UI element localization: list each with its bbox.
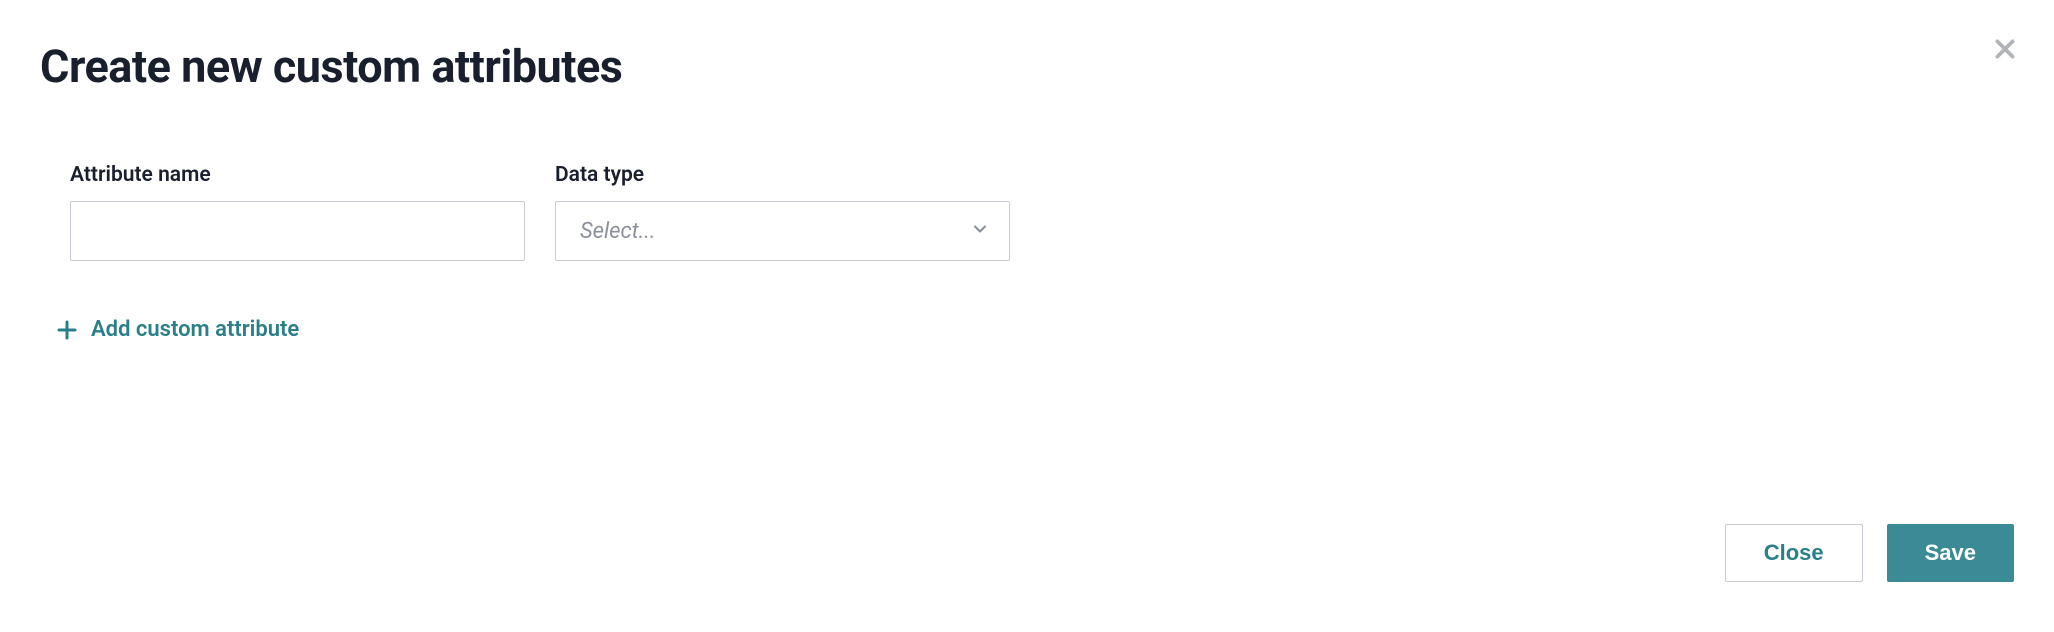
modal-container: Create new custom attributes Attribute n… xyxy=(0,0,2054,632)
add-link-text: Add custom attribute xyxy=(91,317,299,342)
modal-title: Create new custom attributes xyxy=(40,40,2014,93)
add-custom-attribute-link[interactable]: Add custom attribute xyxy=(40,317,2014,342)
data-type-select-wrapper: Select... xyxy=(555,201,1010,261)
data-type-placeholder: Select... xyxy=(580,219,656,244)
button-row: Close Save xyxy=(1725,524,2014,582)
plus-icon xyxy=(55,318,79,342)
data-type-label: Data type xyxy=(555,163,1010,187)
data-type-group: Data type Select... xyxy=(555,163,1010,261)
close-icon[interactable] xyxy=(1991,35,2019,63)
attribute-name-label: Attribute name xyxy=(70,163,525,187)
data-type-select[interactable]: Select... xyxy=(555,201,1010,261)
save-button[interactable]: Save xyxy=(1887,524,2014,582)
form-row: Attribute name Data type Select... xyxy=(40,163,2014,261)
close-button[interactable]: Close xyxy=(1725,524,1863,582)
attribute-name-group: Attribute name xyxy=(70,163,525,261)
attribute-name-input[interactable] xyxy=(70,201,525,261)
